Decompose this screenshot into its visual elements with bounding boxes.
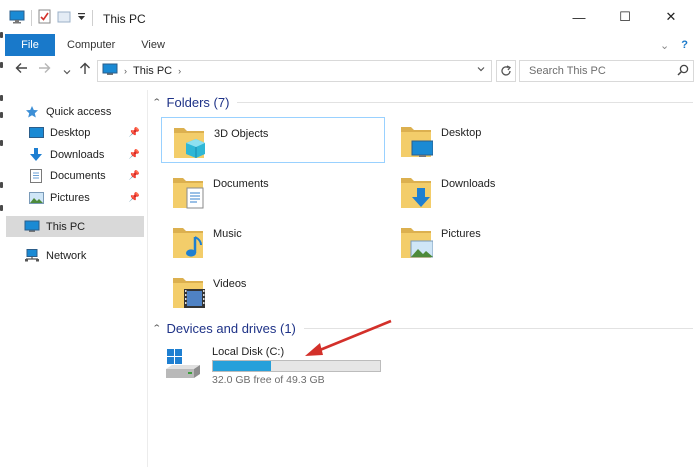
back-icon[interactable]: [15, 62, 28, 77]
folder-label: 3D Objects: [214, 128, 269, 140]
refresh-icon: [501, 65, 512, 76]
folder-label: Pictures: [441, 228, 481, 240]
drive-name: Local Disk (C:): [212, 346, 285, 358]
desktop-folder-icon: [401, 127, 433, 157]
search-input[interactable]: [529, 65, 674, 77]
pin-icon: 📌: [128, 149, 140, 159]
address-dropdown-icon[interactable]: [477, 65, 485, 75]
quick-access-toolbar: [9, 9, 93, 27]
breadcrumb-separator-icon[interactable]: ›: [178, 66, 181, 76]
search-icon[interactable]: [677, 64, 689, 79]
tab-computer[interactable]: Computer: [55, 34, 128, 56]
collapse-icon[interactable]: ⌃: [152, 97, 162, 108]
nav-label: Downloads: [50, 148, 105, 161]
drive-free-space: 32.0 GB free of 49.3 GB: [212, 374, 325, 386]
annotation-arrow: [305, 319, 392, 356]
maximize-button[interactable]: ☐: [602, 0, 648, 34]
star-icon: [24, 105, 40, 119]
divider: [237, 102, 693, 103]
videos-folder-icon: [173, 278, 205, 308]
address-row: › This PC ›: [5, 58, 694, 84]
nav-item-desktop[interactable]: Desktop 📌: [28, 122, 144, 143]
nav-label: Quick access: [46, 105, 112, 118]
group-title: Folders (7): [166, 95, 230, 110]
nav-label: Network: [46, 249, 87, 262]
nav-this-pc[interactable]: This PC: [6, 216, 144, 237]
desktop-icon: [28, 126, 44, 140]
tab-file[interactable]: File: [5, 34, 55, 56]
pictures-folder-icon: [401, 228, 433, 258]
address-bar[interactable]: › This PC ›: [97, 60, 492, 82]
close-button[interactable]: ✕: [648, 0, 694, 34]
refresh-button[interactable]: [496, 60, 516, 82]
navigation-pane: Quick access Desktop 📌 Downloads 📌 Docum…: [0, 90, 148, 467]
computer-icon: [24, 220, 40, 234]
nav-label: Desktop: [50, 126, 91, 139]
nav-label: Documents: [50, 169, 106, 182]
pin-icon: 📌: [128, 127, 140, 137]
folder-label: Music: [213, 228, 242, 240]
recent-locations-icon[interactable]: [63, 64, 71, 79]
breadcrumb-this-pc[interactable]: This PC: [133, 65, 172, 77]
folder-music[interactable]: Music: [161, 218, 386, 264]
group-title: Devices and drives (1): [166, 321, 296, 336]
window-title: This PC: [103, 12, 146, 26]
nav-item-downloads[interactable]: Downloads 📌: [28, 144, 144, 165]
drive-usage-fill: [213, 361, 272, 371]
folder-label: Videos: [213, 278, 247, 290]
documents-icon: [28, 168, 44, 183]
help-icon[interactable]: ?: [681, 39, 688, 51]
nav-network[interactable]: Network: [24, 245, 162, 266]
nav-item-documents[interactable]: Documents 📌: [28, 165, 144, 186]
music-folder-icon: [173, 228, 203, 258]
folder-3d-objects[interactable]: 3D Objects: [161, 117, 385, 163]
separator: [31, 10, 32, 26]
group-header-devices[interactable]: ⌃ Devices and drives (1): [152, 321, 693, 336]
ribbon-tabs: File Computer View ⌄ ?: [5, 34, 694, 56]
folder-label: Documents: [213, 178, 269, 190]
customize-qat-icon[interactable]: [77, 12, 86, 24]
downloads-folder-icon: [401, 178, 431, 208]
folder-documents[interactable]: Documents: [161, 168, 386, 214]
computer-icon: [102, 63, 118, 79]
nav-item-pictures[interactable]: Pictures 📌: [28, 187, 144, 208]
downloads-icon: [28, 147, 44, 162]
folder-label: Desktop: [441, 127, 482, 139]
folder-pictures[interactable]: Pictures: [389, 218, 614, 264]
content-area: ⌃ Folders (7) 3D Objects Desktop Documen…: [149, 90, 694, 467]
folder-videos[interactable]: Videos: [161, 268, 386, 314]
drive-usage-bar: [212, 360, 381, 372]
forward-icon[interactable]: [38, 62, 51, 77]
computer-icon[interactable]: [9, 10, 25, 27]
tab-view[interactable]: View: [128, 34, 178, 56]
title-bar: This PC — ☐ ✕: [5, 0, 694, 34]
minimize-button[interactable]: —: [556, 0, 602, 34]
3d-objects-folder-icon: [174, 128, 205, 158]
pin-icon: 📌: [128, 192, 140, 202]
group-header-folders[interactable]: ⌃ Folders (7): [152, 95, 693, 110]
breadcrumb-separator-icon[interactable]: ›: [124, 66, 127, 76]
ribbon-controls: ⌄ ?: [654, 34, 694, 56]
separator: [92, 10, 93, 26]
new-folder-icon[interactable]: [57, 10, 71, 27]
properties-icon[interactable]: [38, 9, 51, 27]
folder-downloads[interactable]: Downloads: [389, 168, 614, 214]
pin-icon: 📌: [128, 170, 140, 180]
folder-desktop[interactable]: Desktop: [389, 117, 614, 163]
up-icon[interactable]: [79, 62, 91, 78]
search-box[interactable]: [519, 60, 694, 82]
expand-ribbon-icon[interactable]: ⌄: [660, 39, 669, 52]
folder-label: Downloads: [441, 178, 496, 190]
network-icon: [24, 249, 40, 263]
collapse-icon[interactable]: ⌃: [152, 323, 162, 334]
pictures-icon: [28, 191, 44, 205]
nav-quick-access[interactable]: Quick access: [24, 101, 162, 122]
nav-label: Pictures: [50, 191, 90, 204]
hard-drive-icon: [166, 349, 200, 378]
nav-label: This PC: [46, 220, 86, 233]
documents-folder-icon: [173, 178, 204, 209]
